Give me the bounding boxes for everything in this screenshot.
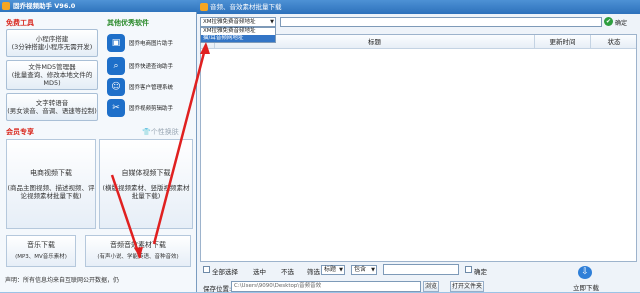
ecommerce-video-download[interactable]: 电商视频下载 (商品主图视频、描述视频、评论视频素材批量下载): [6, 139, 96, 229]
source-select-value: XM拉雅免费音频地址: [203, 19, 256, 25]
deselect-button[interactable]: 不选: [281, 266, 294, 276]
select-all-checkbox[interactable]: [203, 266, 210, 273]
text-to-speech-button[interactable]: 文字转语音 (男女读音、音调、语速等控制): [6, 93, 98, 121]
app-icon: [200, 3, 208, 11]
vip-label: 会员专享: [6, 128, 34, 136]
bottom-toolbar: 全部选择 选中 不选 筛选 标题 ▼ 包含 ▼ 确定 保存位置: C:\Users\…: [197, 262, 640, 293]
panel-subtitle: (横版视频素材、竖版视频素材批量下载): [102, 183, 190, 200]
audio-window-title: 音频、音效素材批量下载: [210, 3, 282, 11]
free-tools-label: 免费工具: [6, 19, 34, 27]
source-select[interactable]: XM拉雅免费音频地址 ▼: [200, 17, 276, 27]
confirm-icon[interactable]: ✔: [604, 17, 613, 26]
people-icon: ☺: [107, 78, 125, 96]
software-customer-mgmt[interactable]: ☺ 固乔客户管理系统: [107, 77, 195, 97]
panel-title: 自媒体视频下载: [121, 168, 171, 177]
confirm-label[interactable]: 确定: [615, 18, 627, 27]
panel-title: 音乐下载: [27, 241, 55, 249]
chevron-down-icon: ▼: [270, 19, 274, 25]
disclaimer-text: 声明：所有信息均来自互联网公开数据，仍: [5, 277, 120, 284]
download-icon[interactable]: ⇩: [578, 266, 592, 279]
software-label: 固乔视频剪辑助手: [129, 106, 174, 112]
main-window: 固乔视频助手 V96.0 免费工具 其他优秀软件 小程序搭建 (3分钟搭建小程序…: [0, 0, 197, 292]
software-label: 固乔客户管理系统: [129, 85, 174, 91]
scissors-icon: ✂: [107, 99, 125, 117]
audio-effects-download[interactable]: 音频音效素材下载 (有声小说、学能英语、音种音效): [85, 235, 191, 267]
software-video-edit[interactable]: ✂ 固乔视频剪辑助手: [107, 98, 195, 118]
filter-label: 筛选: [307, 268, 320, 276]
dropdown-option[interactable]: XM拉雅免费音频地址: [201, 28, 275, 35]
filter-input[interactable]: [383, 264, 459, 275]
skin-label: 个性换肤: [150, 128, 179, 136]
mini-program-button[interactable]: 小程序搭建 (3分钟搭建小程序无需开发): [6, 29, 98, 57]
open-folder-button[interactable]: 打开文件夹: [450, 281, 484, 292]
main-window-titlebar: 固乔视频助手 V96.0: [0, 0, 197, 12]
search-icon: ⌕: [107, 57, 125, 75]
filter-field-select[interactable]: 标题 ▼: [321, 265, 345, 275]
panel-title: 音频音效素材下载: [110, 241, 166, 249]
other-software-label: 其他优秀软件: [107, 19, 149, 27]
results-table: 标题 更新时间 状态: [200, 34, 637, 262]
browse-button[interactable]: 浏览: [423, 281, 439, 292]
md5-manager-button[interactable]: 文件MD5管理器 (批量查询、修改本地文件的MD5): [6, 60, 98, 90]
shirt-icon: 👕: [142, 128, 151, 136]
skin-button[interactable]: 👕个性换肤: [142, 127, 179, 137]
chevron-down-icon: ▼: [339, 267, 343, 273]
media-video-download[interactable]: 自媒体视频下载 (横版视频素材、竖版视频素材批量下载): [99, 139, 193, 229]
chevron-down-icon: ▼: [371, 267, 375, 273]
dropdown-option-selected[interactable]: 猫/耳音频网地址: [201, 35, 275, 42]
audio-download-window: 音频、音效素材批量下载 XM拉雅免费音频地址 ▼ ✔ 确定 XM拉雅免费音频地址…: [197, 0, 640, 293]
cart-icon: ▣: [107, 34, 125, 52]
software-label: 固乔快递查询助手: [129, 64, 174, 70]
filter-confirm-checkbox[interactable]: [465, 266, 472, 273]
app-icon: [2, 2, 10, 10]
filter-confirm-label[interactable]: 确定: [474, 266, 487, 276]
select-checked-button[interactable]: 选中: [253, 266, 266, 276]
url-input[interactable]: [280, 17, 602, 27]
download-now-button[interactable]: 立即下载: [573, 282, 599, 292]
music-download[interactable]: 音乐下载 (MP3、MV音乐素材): [6, 235, 76, 267]
source-dropdown: XM拉雅免费音频地址 猫/耳音频网地址: [200, 27, 276, 43]
column-header-updated[interactable]: 更新时间: [535, 35, 591, 49]
save-path-input[interactable]: C:\Users\9090\Desktop\音频音效: [231, 281, 421, 292]
audio-window-titlebar: 音频、音效素材批量下载: [197, 0, 640, 14]
panel-subtitle: (MP3、MV音乐素材): [15, 254, 67, 260]
filter-field-value: 标题: [324, 266, 337, 273]
software-express-query[interactable]: ⌕ 固乔快递查询助手: [107, 56, 195, 76]
panel-title: 电商视频下载: [30, 168, 72, 177]
column-header-status[interactable]: 状态: [591, 35, 637, 49]
software-label: 固乔电商图片助手: [129, 41, 174, 47]
software-ecommerce-image[interactable]: ▣ 固乔电商图片助手: [107, 33, 195, 53]
panel-subtitle: (商品主图视频、描述视频、评论视频素材批量下载): [7, 183, 95, 200]
panel-subtitle: (有声小说、学能英语、音种音效): [97, 254, 179, 260]
main-window-title: 固乔视频助手 V96.0: [13, 2, 76, 10]
select-all-label[interactable]: 全部选择: [212, 266, 238, 276]
filter-op-value: 包含: [354, 266, 367, 273]
filter-op-select[interactable]: 包含 ▼: [351, 265, 377, 275]
